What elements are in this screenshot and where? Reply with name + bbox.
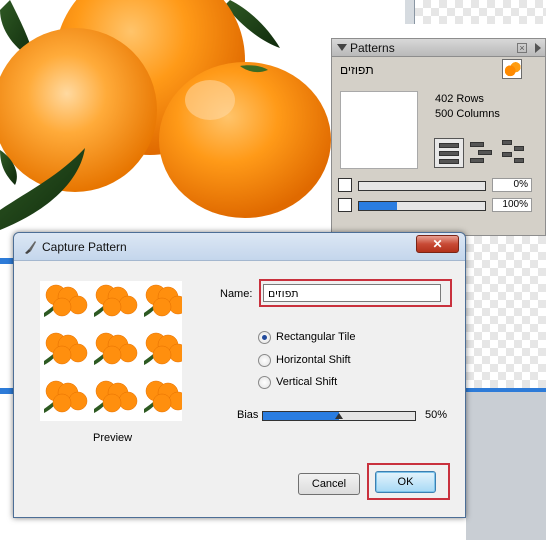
close-icon[interactable]: × (517, 43, 527, 53)
dialog-title: Capture Pattern (42, 240, 127, 254)
preview-orange-tile (94, 284, 138, 317)
pattern-thumbnail[interactable] (502, 59, 522, 79)
name-input[interactable] (263, 284, 441, 302)
close-button[interactable]: ✕ (416, 235, 459, 253)
panel-menu-icon[interactable] (535, 43, 541, 53)
pattern-preview-swatch (340, 91, 418, 169)
pattern-preview (40, 281, 188, 421)
bias-label: Bias (237, 409, 259, 421)
bias-slider-thumb[interactable] (335, 413, 343, 419)
window-divider (405, 0, 415, 24)
dialog-body: Preview Name: Rectangular Tile Horizonta… (21, 262, 458, 510)
horizontal-shift-mode-button[interactable] (468, 138, 498, 168)
radio-label: Horizontal Shift (276, 354, 351, 366)
rectangular-tile-mode-button[interactable] (434, 138, 464, 168)
radio-label: Vertical Shift (276, 376, 338, 388)
preview-orange-tile (44, 284, 88, 317)
panel-title: Patterns (350, 41, 395, 55)
opacity-icon (338, 178, 352, 192)
collapse-triangle-icon[interactable] (337, 44, 347, 51)
capture-pattern-dialog: Capture Pattern ✕ Preview Name: Rectangu… (13, 232, 466, 518)
brush-icon (25, 241, 36, 254)
vertical-shift-mode-button[interactable] (500, 138, 530, 168)
radio-label: Rectangular Tile (276, 331, 356, 343)
opacity-slider[interactable] (358, 181, 486, 191)
panel-header[interactable]: Patterns × (332, 39, 545, 57)
preview-orange-tile (94, 380, 138, 413)
opacity-value[interactable]: 0% (492, 178, 532, 192)
radio-button[interactable] (258, 331, 271, 344)
selection-bar (466, 388, 546, 392)
bias-slider[interactable] (262, 411, 416, 421)
columns-count: 500 Columns (435, 108, 500, 120)
name-label: Name: (220, 288, 253, 300)
workspace-background (466, 388, 546, 540)
bias-value: 50% (425, 409, 448, 421)
preview-orange-tile (144, 284, 188, 317)
selection-bar (0, 258, 14, 264)
pattern-name: תפוזים (340, 63, 374, 77)
preview-orange-tile (44, 332, 88, 365)
dialog-titlebar[interactable]: Capture Pattern ✕ (14, 233, 465, 261)
scale-slider-row: 100% (336, 198, 546, 214)
opacity-slider-row: 0% (336, 178, 546, 194)
cancel-button[interactable]: Cancel (298, 473, 360, 495)
radio-button[interactable] (258, 354, 271, 367)
radio-button[interactable] (258, 376, 271, 389)
transparent-canvas-area (466, 236, 546, 388)
preview-orange-tile (94, 332, 138, 365)
preview-label: Preview (93, 432, 133, 444)
ok-button[interactable]: OK (375, 471, 436, 493)
bias-slider-fill (263, 412, 339, 420)
preview-orange-tile (144, 332, 188, 365)
rows-count: 402 Rows (435, 93, 484, 105)
selection-bar (0, 388, 14, 394)
transparent-canvas-area (415, 0, 546, 24)
preview-orange-tile (144, 380, 188, 413)
scale-icon (338, 198, 352, 212)
patterns-panel: Patterns × תפוזים 402 Rows 500 Columns 0… (331, 38, 546, 236)
scale-slider[interactable] (358, 201, 486, 211)
scale-value[interactable]: 100% (492, 198, 532, 212)
pattern-preview-image (44, 284, 188, 413)
preview-orange-tile (44, 380, 88, 413)
